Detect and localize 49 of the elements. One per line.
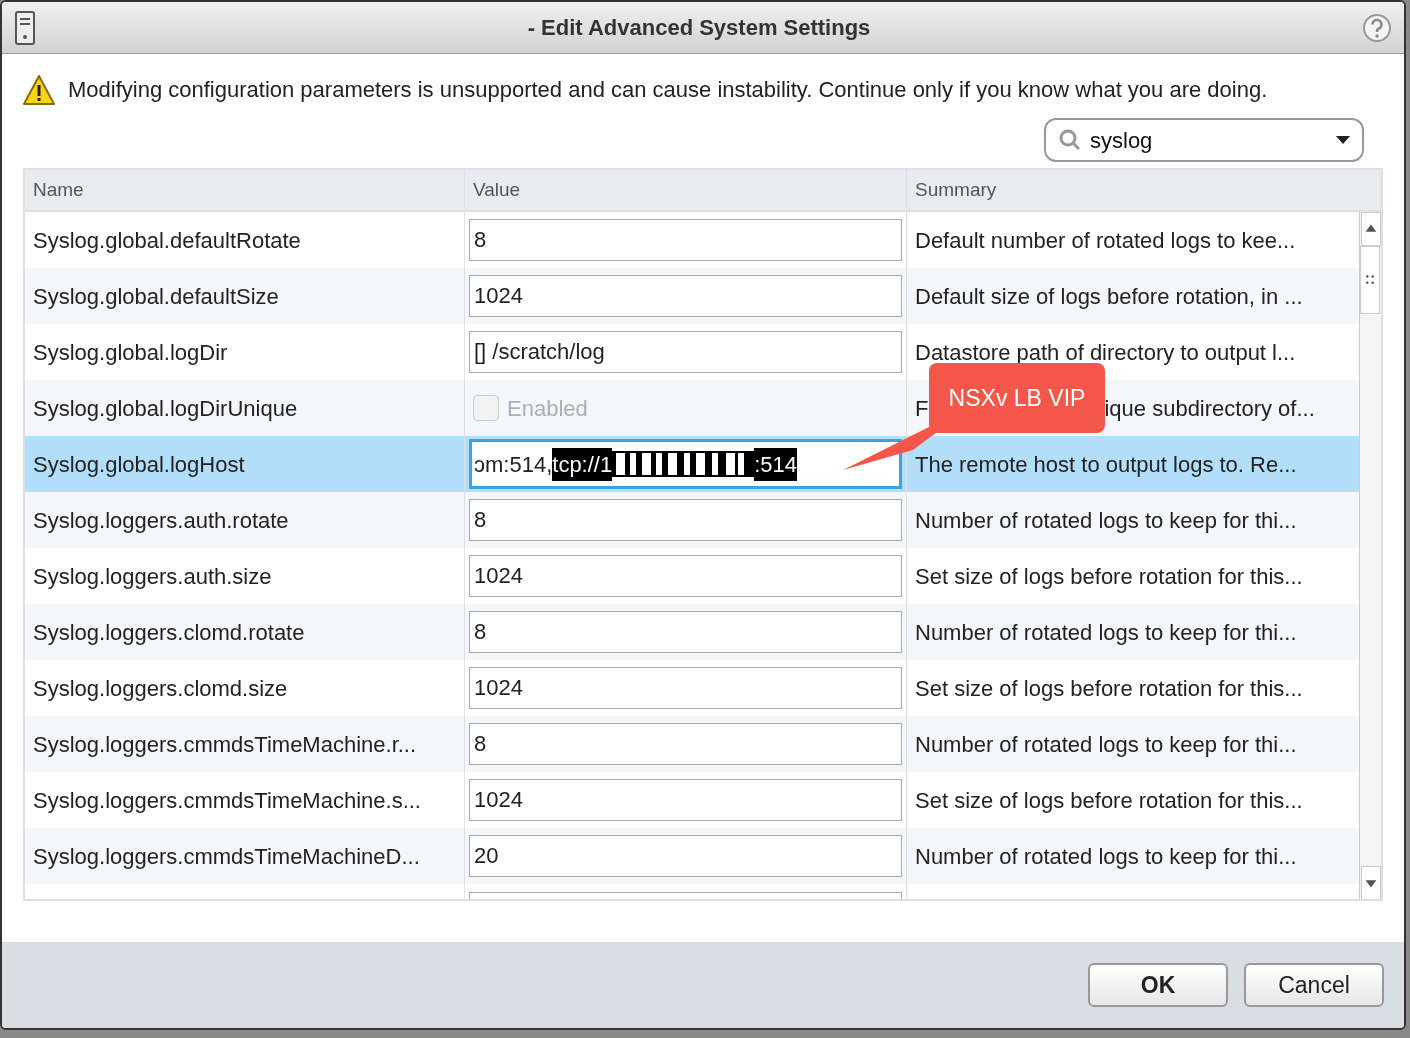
checkbox-label: Enabled <box>507 394 588 423</box>
summary-text: Set size of logs before rotation for this... <box>915 786 1303 815</box>
summary-text: Number of rotated logs to keep for thi... <box>915 506 1297 535</box>
value-field[interactable]: 20 <box>469 835 902 877</box>
filter-text: syslog <box>1090 126 1154 155</box>
scroll-down-icon[interactable] <box>1360 866 1381 899</box>
scroll-up-icon[interactable] <box>1360 212 1381 246</box>
value-field[interactable]: 8 <box>469 611 902 653</box>
value-field[interactable]: 1024 <box>469 667 902 709</box>
value-text: tcp://1 <box>552 447 613 481</box>
callout: NSXv LB VIP <box>929 363 1105 433</box>
value-text: :514 <box>754 447 797 481</box>
value-field[interactable]: 8 <box>469 219 902 261</box>
summary-text: F <box>915 394 929 423</box>
summary-text: Default number of rotated logs to kee... <box>915 226 1296 255</box>
scrollbar[interactable] <box>1359 212 1381 899</box>
summary-text: Set size of logs before rotation for this... <box>915 674 1303 703</box>
value-field[interactable]: 1024 <box>469 555 902 597</box>
summary-text: Number of rotated logs to keep for thi... <box>915 618 1297 647</box>
cancel-button[interactable]: Cancel <box>1244 963 1384 1007</box>
summary-text: Set size of logs before rotation for this... <box>915 562 1303 591</box>
server-icon <box>14 10 36 45</box>
table-row[interactable]: Syslog.loggers.clomd.rotate 8 Number of rotated logs to keep for thi... <box>25 604 1359 660</box>
value-field[interactable]: 1024 <box>469 779 902 821</box>
filter-field[interactable]: syslog <box>1044 118 1364 162</box>
value-field[interactable]: 8 <box>469 499 902 541</box>
summary-text: The remote host to output logs to. Re... <box>915 450 1297 479</box>
table-row[interactable]: Syslog.loggers.auth.rotate 8 Number of rotated logs to keep for thi... <box>25 492 1359 548</box>
dropdown-caret-icon[interactable] <box>1336 136 1350 144</box>
value-field[interactable]: [] /scratch/log <box>469 331 902 373</box>
table-row[interactable]: Syslog.loggers.cmmdsTimeMachineD... 20 Number of rotated logs to keep for thi... <box>25 828 1359 884</box>
warning-icon <box>22 74 56 106</box>
value-field[interactable]: 1024 <box>469 275 902 317</box>
column-header[interactable]: Name <box>25 170 465 210</box>
summary-text: Default size of logs before rotation, in ... <box>915 282 1303 311</box>
column-header[interactable]: Summary <box>907 170 1381 210</box>
column-header[interactable]: Value <box>465 170 907 210</box>
summary-text: ique subdirectory of... <box>1104 394 1315 423</box>
summary-text: Number of rotated logs to keep for thi... <box>915 730 1297 759</box>
warning-message: Modifying configuration parameters is unsupported and can cause instability. Continue only if you know what you are doing. <box>68 76 1268 104</box>
scroll-thumb-icon[interactable] <box>1360 246 1380 314</box>
ok-button[interactable]: OK <box>1088 963 1228 1007</box>
table-row[interactable]: Syslog.global.defaultSize 1024 Default size of logs before rotation, in ... <box>25 268 1359 324</box>
table-row[interactable]: Syslog.loggers.cmmdsTimeMachine.r... 8 Number of rotated logs to keep for thi... <box>25 716 1359 772</box>
summary-text: Number of rotated logs to keep for thi... <box>915 842 1297 871</box>
help-icon[interactable] <box>1362 12 1392 43</box>
value-field[interactable]: 8 <box>469 723 902 765</box>
window-title: - Edit Advanced System Settings <box>526 14 872 42</box>
search-icon <box>1058 128 1082 152</box>
